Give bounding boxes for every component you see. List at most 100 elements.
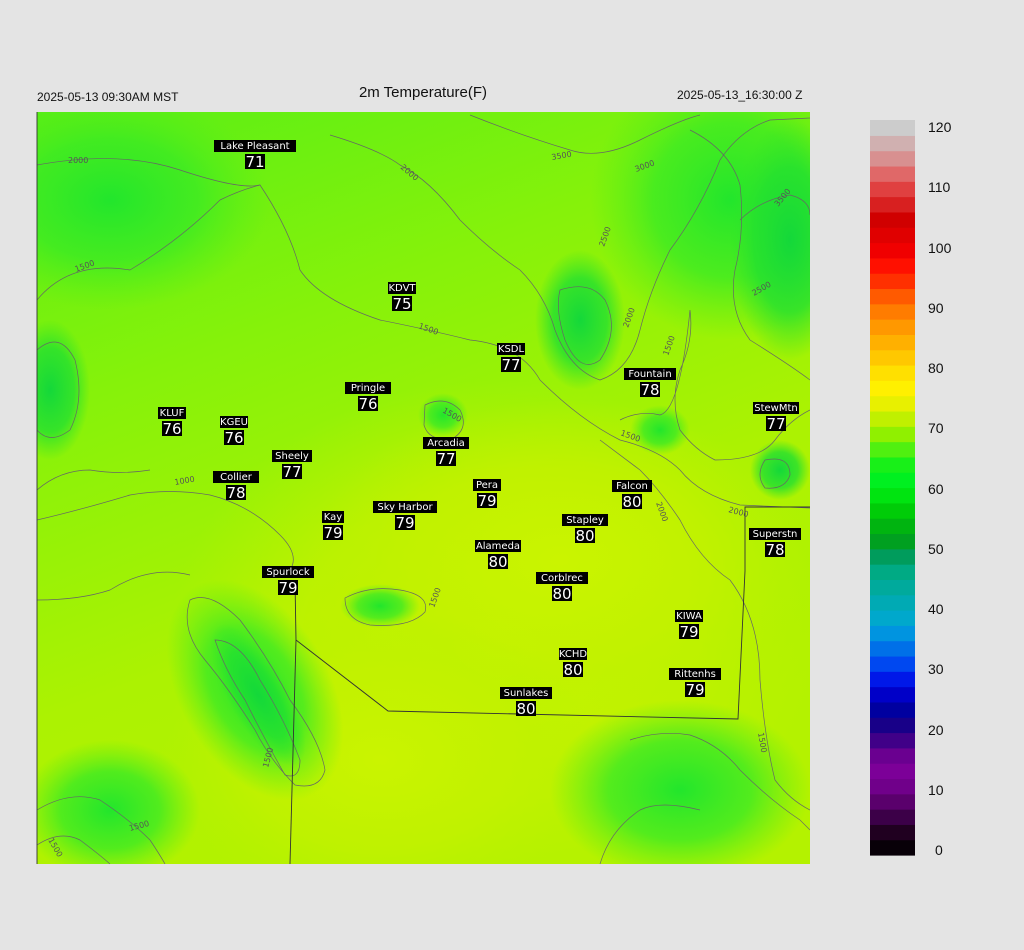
station-name: Pera [476,480,498,491]
station-name: Falcon [616,481,648,492]
station-temperature: 78 [226,484,245,502]
colorbar-swatch [870,380,915,397]
station-name: Alameda [476,541,520,552]
colorbar-swatch [870,150,915,167]
station-temperature: 76 [358,395,377,413]
colorbar-swatch [870,120,915,136]
station-name: KGEU [220,417,248,428]
station-temperature: 76 [162,420,181,438]
colorbar-swatch [870,165,915,182]
colorbar-swatch [870,793,915,810]
station-temperature: 77 [282,463,301,481]
colorbar-swatch [870,441,915,458]
colorbar-swatch [870,257,915,274]
station-temperature: 77 [766,415,785,433]
station-temperature: 79 [395,514,414,532]
colorbar-swatch [870,655,915,672]
station-name: KDVT [388,283,416,294]
station-marker: KGEU76 [220,416,248,447]
colorbar-swatch [870,196,915,213]
colorbar-swatch [870,472,915,489]
station-marker: KSDL77 [497,343,525,374]
colorbar-swatch [870,625,915,642]
colorbar-swatch [870,778,915,795]
station-temperature: 79 [679,623,698,641]
colorbar-swatch [870,809,915,825]
colorbar-swatch [870,579,915,596]
colorbar-tick-label: 30 [928,661,944,678]
station-temperature: 77 [501,356,520,374]
colorbar-swatch [870,288,915,305]
colorbar-swatch [870,671,915,688]
colorbar-tick-label: 50 [928,540,944,557]
station-temperature: 78 [765,541,784,559]
colorbar-swatch [870,763,915,780]
station-temperature: 80 [488,553,507,571]
station-name: Pringle [351,383,385,394]
station-marker: KLUF76 [158,407,186,438]
station-name: Kay [324,512,343,523]
temperature-colorbar [870,120,915,856]
station-temperature: 77 [436,450,455,468]
colorbar-swatch [870,135,915,152]
colorbar-tick-label: 90 [928,299,944,316]
colorbar-swatch [870,640,915,657]
colorbar-tick-label: 70 [928,420,944,437]
station-name: Lake Pleasant [220,141,289,152]
colorbar-swatch [870,518,915,535]
station-temperature: 80 [552,585,571,603]
station-name: Collier [220,472,253,483]
station-name: Stapley [566,515,604,526]
colorbar-tick-label: 60 [928,480,944,497]
station-temperature: 71 [245,153,264,171]
colorbar-tick-label: 120 [928,119,952,135]
colorbar-swatch [870,211,915,228]
station-name: KCHD [559,649,588,660]
colorbar-swatch [870,303,915,320]
station-name: KLUF [160,408,185,419]
station-name: Superstn [753,529,798,540]
station-marker: Kay79 [322,511,344,542]
station-temperature: 80 [575,527,594,545]
colorbar-swatch [870,487,915,504]
station-name: StewMtn [754,403,798,414]
station-name: Sheely [275,451,309,462]
colorbar-swatch [870,824,915,841]
station-name: KSDL [498,344,525,355]
station-temperature: 76 [224,429,243,447]
colorbar-swatch [870,395,915,412]
station-name: Sunlakes [504,688,549,699]
station-temperature: 80 [622,493,641,511]
colorbar-swatch [870,732,915,749]
contour-label: 2000 [68,156,88,165]
station-name: Fountain [628,369,671,380]
station-temperature: 79 [477,492,496,510]
station-temperature: 79 [685,681,704,699]
colorbar-swatch [870,747,915,764]
colorbar-swatch [870,548,915,565]
colorbar-swatch [870,717,915,734]
station-temperature: 78 [640,381,659,399]
colorbar-tick-label: 80 [928,360,944,376]
colorbar-swatch [870,273,915,290]
station-temperature: 80 [516,700,535,718]
colorbar-swatch [870,686,915,703]
station-name: Arcadia [427,438,465,449]
colorbar-swatch [870,426,915,443]
temperature-field [37,112,810,864]
colorbar-swatch [870,365,915,381]
station-temperature: 79 [323,524,342,542]
colorbar-swatch [870,349,915,366]
colorbar-swatch [870,839,915,856]
colorbar-swatch [870,227,915,244]
colorbar-tick-label: 20 [928,721,944,738]
temperature-map: 2000 1500 1000 2000 1500 2500 2000 3000 … [36,112,915,865]
colorbar-swatch [870,502,915,519]
station-name: Corblrec [541,573,583,584]
station-temperature: 75 [392,295,411,313]
station-name: KIWA [676,611,702,622]
station-marker: KIWA79 [675,610,703,641]
colorbar-swatch [870,456,915,473]
colorbar-tick-label: 40 [928,601,944,617]
station-name: Spurlock [266,567,310,578]
